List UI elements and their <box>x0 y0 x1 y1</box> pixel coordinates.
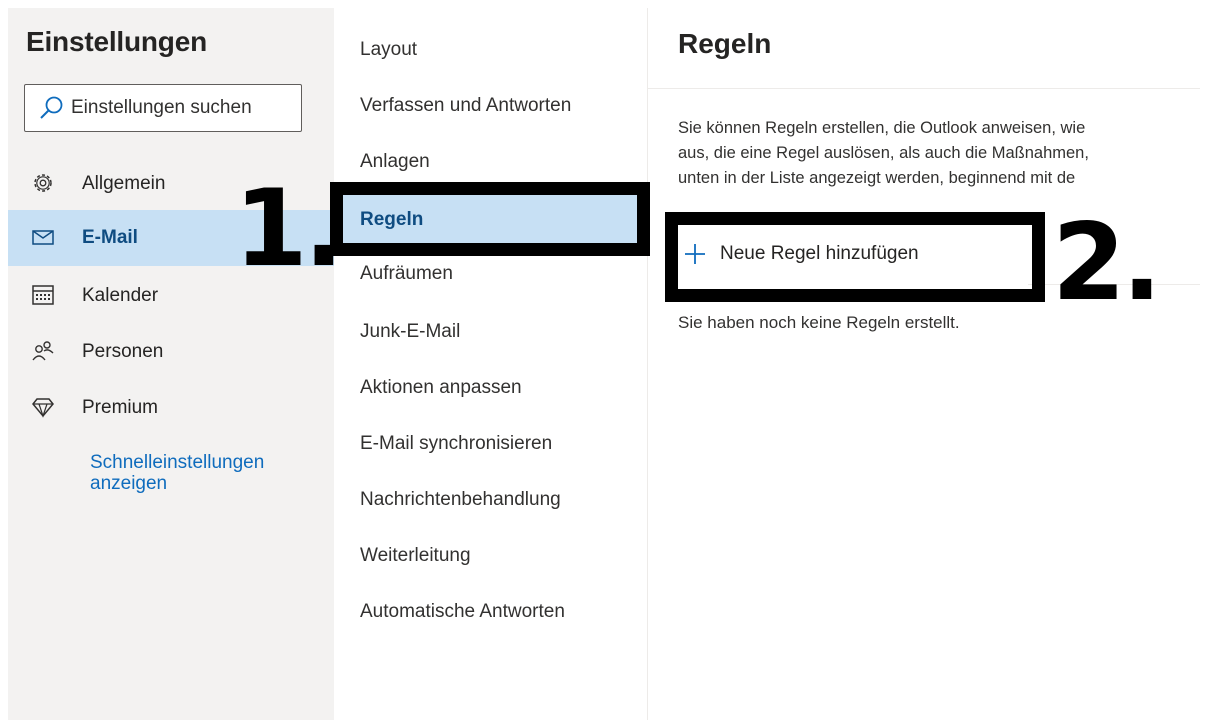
category-synchronisieren[interactable]: E-Mail synchronisieren <box>334 416 648 472</box>
settings-sidebar: Einstellungen Allgemein E-Mail <box>8 8 334 720</box>
sidebar-item-label: Allgemein <box>82 173 166 194</box>
sidebar-item-premium[interactable]: Premium <box>8 380 334 436</box>
people-icon <box>30 338 56 364</box>
search-icon <box>31 85 71 131</box>
mail-category-list: Layout Verfassen und Antworten Anlagen R… <box>334 8 648 720</box>
category-nachrichtenbehandlung[interactable]: Nachrichtenbehandlung <box>334 472 648 528</box>
empty-rules-message: Sie haben noch keine Regeln erstellt. <box>678 313 960 332</box>
sidebar-item-label: Premium <box>82 397 159 418</box>
category-junk-email[interactable]: Junk-E-Mail <box>334 304 648 360</box>
rules-description: Sie können Regeln erstellen, die Outlook… <box>678 116 1206 191</box>
category-weiterleitung[interactable]: Weiterleitung <box>334 528 648 584</box>
description-line: unten in der Liste angezeigt werden, beg… <box>678 169 1076 187</box>
description-line: Sie können Regeln erstellen, die Outlook… <box>678 119 1086 137</box>
mail-icon <box>30 224 56 250</box>
annotation-step1-number: 1. <box>234 167 344 290</box>
settings-title: Einstellungen <box>26 26 207 57</box>
gear-icon <box>30 170 56 196</box>
annotation-box-step2 <box>665 212 1045 302</box>
settings-search-box[interactable] <box>24 84 302 132</box>
divider <box>648 88 1200 89</box>
calendar-icon <box>30 282 56 308</box>
category-automatische-antworten[interactable]: Automatische Antworten <box>334 584 648 640</box>
page-title: Regeln <box>678 28 772 59</box>
rules-panel: Regeln Sie können Regeln erstellen, die … <box>648 8 1206 720</box>
sidebar-item-personen[interactable]: Personen <box>8 324 334 380</box>
quick-settings-link[interactable]: Schnelleinstellungen anzeigen <box>90 452 320 494</box>
sidebar-item-label: E-Mail <box>82 227 138 248</box>
sidebar-item-label: Personen <box>82 341 164 362</box>
category-aktionen[interactable]: Aktionen anpassen <box>334 360 648 416</box>
sidebar-item-label: Kalender <box>82 285 159 306</box>
category-layout[interactable]: Layout <box>334 22 648 78</box>
diamond-icon <box>30 394 56 420</box>
annotation-box-step1 <box>330 182 650 256</box>
category-verfassen[interactable]: Verfassen und Antworten <box>334 78 648 134</box>
settings-search-input[interactable] <box>71 86 291 130</box>
annotation-step2-number: 2. <box>1052 201 1162 324</box>
description-line: aus, die eine Regel auslösen, als auch d… <box>678 144 1089 162</box>
